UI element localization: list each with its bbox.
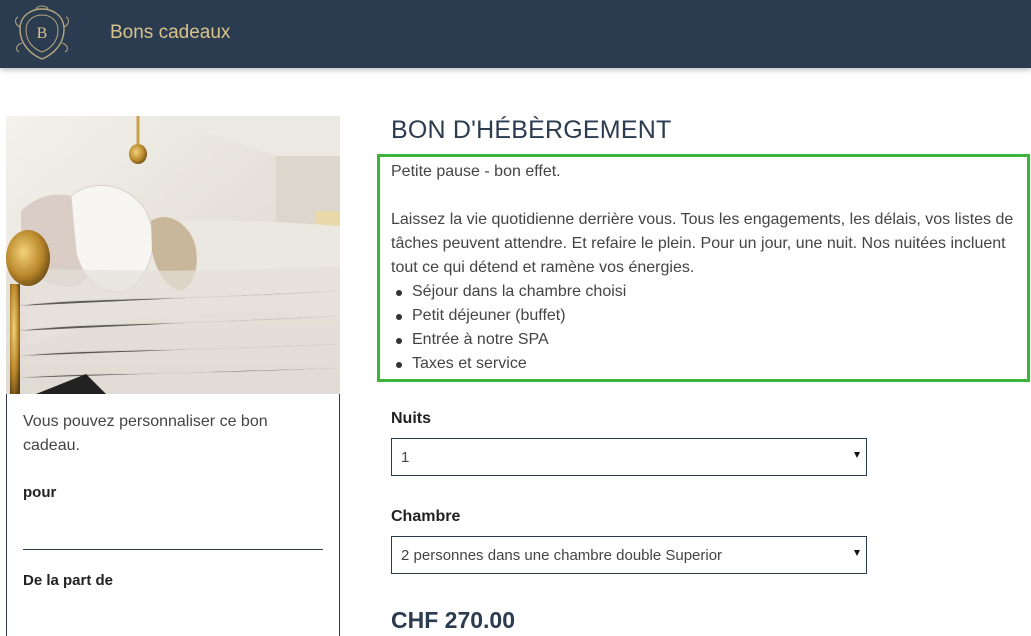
for-input-underline[interactable] <box>23 549 323 550</box>
from-label: De la part de <box>23 572 114 589</box>
room-photo <box>6 116 340 394</box>
room-value: 2 personnes dans une chambre double Supe… <box>401 547 723 564</box>
nights-select[interactable]: 1 <box>391 438 867 476</box>
personalize-intro: Vous pouvez personnaliser ce bon cadeau. <box>23 413 268 454</box>
dropdown-arrow-icon <box>854 550 860 556</box>
svg-text:B: B <box>37 25 48 42</box>
hotel-logo[interactable]: B <box>12 3 72 63</box>
for-label: pour <box>23 484 57 501</box>
top-navbar: B Bons cadeaux <box>0 0 1031 68</box>
list-item: Petit déjeuner (buffet) <box>391 304 1031 328</box>
page-title: BON D'HÉBÈRGEMENT <box>391 116 672 144</box>
dropdown-arrow-icon <box>854 452 860 458</box>
nights-value: 1 <box>401 449 410 466</box>
included-items-list: Séjour dans la chambre choisi Petit déje… <box>391 280 1031 376</box>
list-item: Séjour dans la chambre choisi <box>391 280 1031 304</box>
list-item: Taxes et service <box>391 352 1031 376</box>
price: CHF 270.00 <box>391 607 516 633</box>
description-paragraph: Laissez la vie quotidienne derrière vous… <box>391 211 1014 276</box>
brand-title[interactable]: Bons cadeaux <box>110 22 230 44</box>
nights-label: Nuits <box>391 410 431 427</box>
room-select[interactable]: 2 personnes dans une chambre double Supe… <box>391 536 867 574</box>
personalization-card: Vous pouvez personnaliser ce bon cadeau.… <box>6 394 340 636</box>
room-label: Chambre <box>391 508 461 525</box>
description-tagline: Petite pause - bon effet. <box>391 163 561 180</box>
voucher-description: Petite pause - bon effet. Laissez la vie… <box>391 160 1031 376</box>
list-item: Entrée à notre SPA <box>391 328 1031 352</box>
